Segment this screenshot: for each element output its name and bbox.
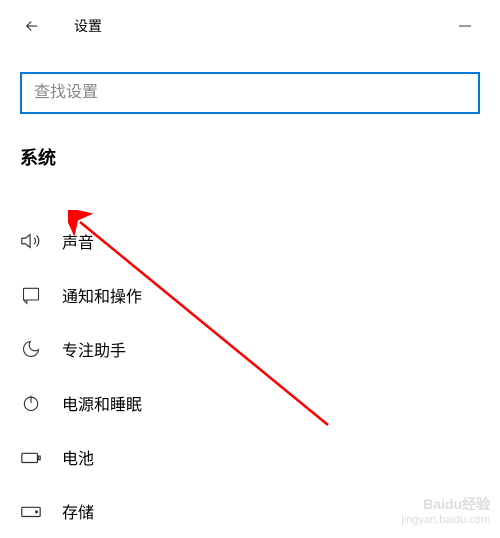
power-icon [20, 392, 42, 414]
menu-label: 专注助手 [62, 337, 126, 361]
settings-menu: 声音 通知和操作 专注助手 电源和睡眠 电池 存储 [0, 214, 500, 538]
section-title: 系统 [0, 144, 500, 170]
menu-item-power-sleep[interactable]: 电源和睡眠 [20, 376, 480, 430]
page-title: 设置 [74, 16, 102, 36]
menu-label: 通知和操作 [62, 283, 142, 307]
menu-label: 电池 [62, 445, 94, 469]
search-input[interactable] [20, 72, 480, 114]
arrow-left-icon [23, 17, 41, 35]
minimize-button[interactable] [450, 16, 480, 36]
battery-icon [20, 446, 42, 468]
minimize-icon [458, 19, 472, 33]
menu-label: 声音 [62, 229, 94, 253]
menu-item-notifications[interactable]: 通知和操作 [20, 268, 480, 322]
menu-label: 存储 [62, 499, 94, 523]
menu-item-sound[interactable]: 声音 [20, 214, 480, 268]
notification-icon [20, 284, 42, 306]
storage-icon [20, 500, 42, 522]
menu-label: 电源和睡眠 [62, 391, 142, 415]
moon-icon [20, 338, 42, 360]
menu-item-focus-assist[interactable]: 专注助手 [20, 322, 480, 376]
menu-item-battery[interactable]: 电池 [20, 430, 480, 484]
menu-item-storage[interactable]: 存储 [20, 484, 480, 538]
back-button[interactable] [20, 14, 44, 38]
sound-icon [20, 230, 42, 252]
